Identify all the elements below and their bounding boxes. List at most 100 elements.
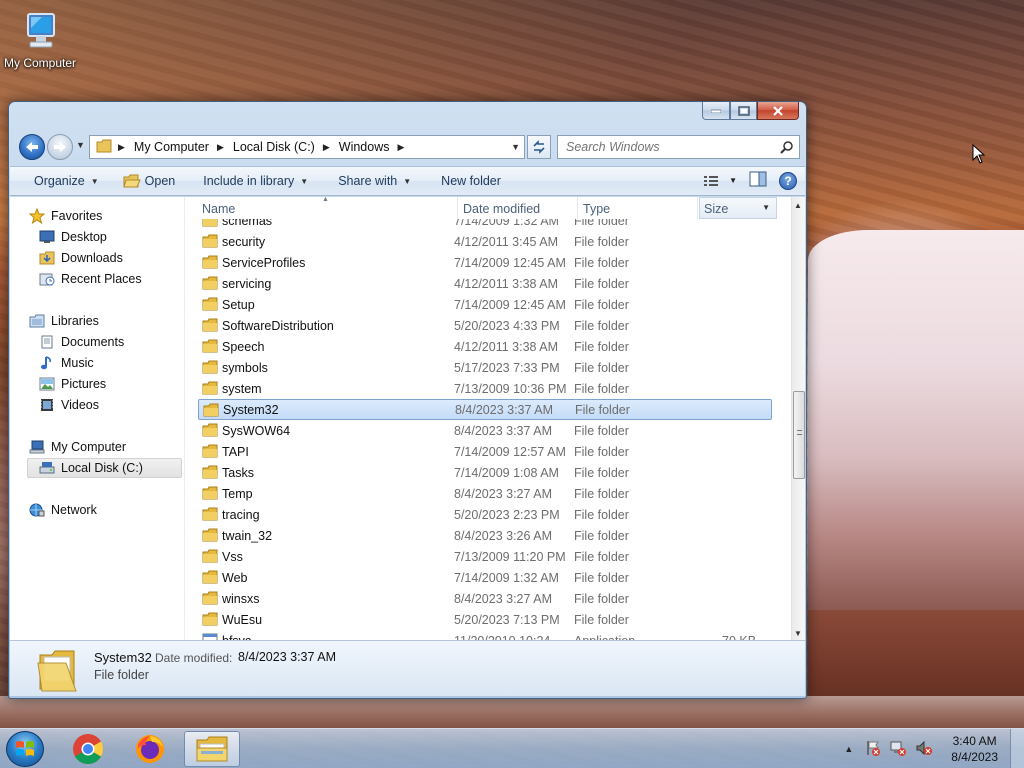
new-folder-button[interactable]: New folder xyxy=(421,167,511,195)
file-row[interactable]: SysWOW64 8/4/2023 3:37 AM File folder xyxy=(198,420,772,441)
column-header-name[interactable]: Name xyxy=(202,202,235,216)
arrow-right-icon xyxy=(54,142,66,152)
nav-libraries[interactable]: Libraries xyxy=(28,311,99,331)
file-row[interactable]: System32 8/4/2023 3:37 AM File folder xyxy=(198,399,772,420)
file-row[interactable]: Vss 7/13/2009 11:20 PM File folder xyxy=(198,546,772,567)
forward-button[interactable] xyxy=(47,134,73,160)
pictures-icon xyxy=(38,376,56,392)
column-divider[interactable] xyxy=(457,197,458,219)
vertical-scrollbar[interactable]: ▲ ▼ xyxy=(791,197,805,640)
include-in-library-menu[interactable]: Include in library ▼ xyxy=(185,167,318,195)
chevron-right-icon[interactable]: ▶ xyxy=(397,142,404,153)
help-icon[interactable]: ? xyxy=(779,171,797,190)
search-input[interactable] xyxy=(558,140,768,154)
show-desktop-button[interactable] xyxy=(1010,729,1024,768)
desktop-icon-my-computer[interactable]: My Computer xyxy=(0,6,80,70)
chevron-right-icon[interactable]: ▶ xyxy=(118,142,125,153)
nav-network[interactable]: Network xyxy=(28,500,97,520)
file-row[interactable]: symbols 5/17/2023 7:33 PM File folder xyxy=(198,357,772,378)
file-row[interactable]: schemas 7/14/2009 1:32 AM File folder xyxy=(198,219,772,231)
action-center-flag-icon[interactable] xyxy=(865,740,881,759)
maximize-button[interactable] xyxy=(730,102,757,120)
open-button[interactable]: Open xyxy=(109,167,186,195)
folder-icon xyxy=(202,360,218,377)
chevron-down-icon[interactable]: ▼ xyxy=(729,176,737,185)
nav-favorites[interactable]: Favorites xyxy=(28,206,102,226)
chevron-right-icon[interactable]: ▶ xyxy=(323,142,330,153)
include-in-library-label: Include in library xyxy=(203,174,295,188)
file-row[interactable]: security 4/12/2011 3:45 AM File folder xyxy=(198,231,772,252)
address-dropdown-button[interactable]: ▼ xyxy=(511,142,520,152)
back-button[interactable] xyxy=(19,134,45,160)
nav-recent-places[interactable]: Recent Places xyxy=(38,269,142,289)
network-icon xyxy=(28,502,46,518)
folder-icon xyxy=(202,297,218,314)
scrollbar-thumb[interactable] xyxy=(793,391,805,479)
column-divider[interactable] xyxy=(697,197,698,219)
minimize-button[interactable] xyxy=(702,102,730,120)
file-row[interactable]: tracing 5/20/2023 2:23 PM File folder xyxy=(198,504,772,525)
file-type: File folder xyxy=(574,219,629,228)
breadcrumb-my-computer[interactable]: My Computer xyxy=(134,140,209,154)
network-status-icon[interactable] xyxy=(889,740,907,759)
nav-music[interactable]: Music xyxy=(38,353,94,373)
folder-icon xyxy=(96,139,112,156)
nav-downloads[interactable]: Downloads xyxy=(38,248,123,268)
file-row[interactable]: twain_32 8/4/2023 3:26 AM File folder xyxy=(198,525,772,546)
file-row[interactable]: bfsvc11/20/2010 10:24 ...Application70 K… xyxy=(198,630,772,640)
file-row[interactable]: WuEsu 5/20/2023 7:13 PM File folder xyxy=(198,609,772,630)
close-button[interactable] xyxy=(757,102,799,120)
file-row[interactable]: Web 7/14/2009 1:32 AM File folder xyxy=(198,567,772,588)
file-row[interactable]: Speech 4/12/2011 3:38 AM File folder xyxy=(198,336,772,357)
file-date-modified: 7/14/2009 12:45 AM xyxy=(454,255,566,270)
breadcrumb: ▶ My Computer ▶ Local Disk (C:) ▶ Window… xyxy=(118,140,413,154)
nav-desktop[interactable]: Desktop xyxy=(38,227,107,247)
chevron-right-icon[interactable]: ▶ xyxy=(217,142,224,153)
refresh-button[interactable] xyxy=(527,135,551,159)
organize-menu[interactable]: Organize ▼ xyxy=(10,167,109,195)
column-header-type[interactable]: Type xyxy=(583,202,610,216)
file-row[interactable]: SoftwareDistribution 5/20/2023 4:33 PM Fil… xyxy=(198,315,772,336)
nav-pictures[interactable]: Pictures xyxy=(38,374,106,394)
search-icon[interactable] xyxy=(780,140,794,157)
taskbar-windows-explorer[interactable] xyxy=(184,731,240,767)
nav-my-computer[interactable]: My Computer xyxy=(28,437,126,457)
search-box[interactable] xyxy=(557,135,800,159)
details-file-type: File folder xyxy=(94,668,149,682)
share-with-menu[interactable]: Share with ▼ xyxy=(318,167,421,195)
file-row[interactable]: Tasks 7/14/2009 1:08 AM File folder xyxy=(198,462,772,483)
breadcrumb-windows[interactable]: Windows xyxy=(339,140,390,154)
nav-label: Music xyxy=(61,356,94,370)
scroll-down-arrow-icon[interactable]: ▼ xyxy=(794,629,802,638)
file-row[interactable]: Temp 8/4/2023 3:27 AM File folder xyxy=(198,483,772,504)
breadcrumb-local-disk[interactable]: Local Disk (C:) xyxy=(233,140,315,154)
volume-muted-icon[interactable] xyxy=(915,740,933,759)
nav-local-disk[interactable]: Local Disk (C:) xyxy=(27,458,182,478)
nav-documents[interactable]: Documents xyxy=(38,332,124,352)
file-row[interactable]: Setup 7/14/2009 12:45 AM File folder xyxy=(198,294,772,315)
file-row[interactable]: servicing 4/12/2011 3:38 AM File folder xyxy=(198,273,772,294)
change-view-button[interactable]: ▼ xyxy=(703,175,737,187)
file-row[interactable]: system 7/13/2009 10:36 PM File folder xyxy=(198,378,772,399)
start-button[interactable] xyxy=(6,731,44,767)
file-row[interactable]: TAPI 7/14/2009 12:57 AM File folder xyxy=(198,441,772,462)
column-divider[interactable] xyxy=(577,197,578,219)
scroll-up-arrow-icon[interactable]: ▲ xyxy=(794,201,802,210)
file-row[interactable]: winsxs 8/4/2023 3:27 AM File folder xyxy=(198,588,772,609)
taskbar-chrome[interactable] xyxy=(60,731,116,767)
preview-pane-button[interactable] xyxy=(749,171,767,190)
system-clock[interactable]: 3:40 AM 8/4/2023 xyxy=(951,733,998,765)
column-header-size-box[interactable]: Size ▼ xyxy=(699,197,777,219)
column-header-date-modified[interactable]: Date modified xyxy=(463,202,540,216)
show-hidden-icons-button[interactable]: ▲ xyxy=(844,744,853,754)
address-bar[interactable]: ▶ My Computer ▶ Local Disk (C:) ▶ Window… xyxy=(89,135,525,159)
nav-videos[interactable]: Videos xyxy=(38,395,99,415)
recent-pages-dropdown[interactable]: ▼ xyxy=(76,140,85,150)
explorer-window: ▼ ▶ My Computer ▶ Local Disk (C:) ▶ Wind… xyxy=(8,101,807,699)
file-name: system xyxy=(222,381,262,396)
chevron-down-icon[interactable]: ▼ xyxy=(762,203,770,212)
taskbar-firefox[interactable] xyxy=(122,731,178,767)
file-row[interactable]: ServiceProfiles 7/14/2009 12:45 AM File fo… xyxy=(198,252,772,273)
file-date-modified: 7/14/2009 1:32 AM xyxy=(454,570,559,585)
desktop-background-arch xyxy=(808,230,1024,610)
